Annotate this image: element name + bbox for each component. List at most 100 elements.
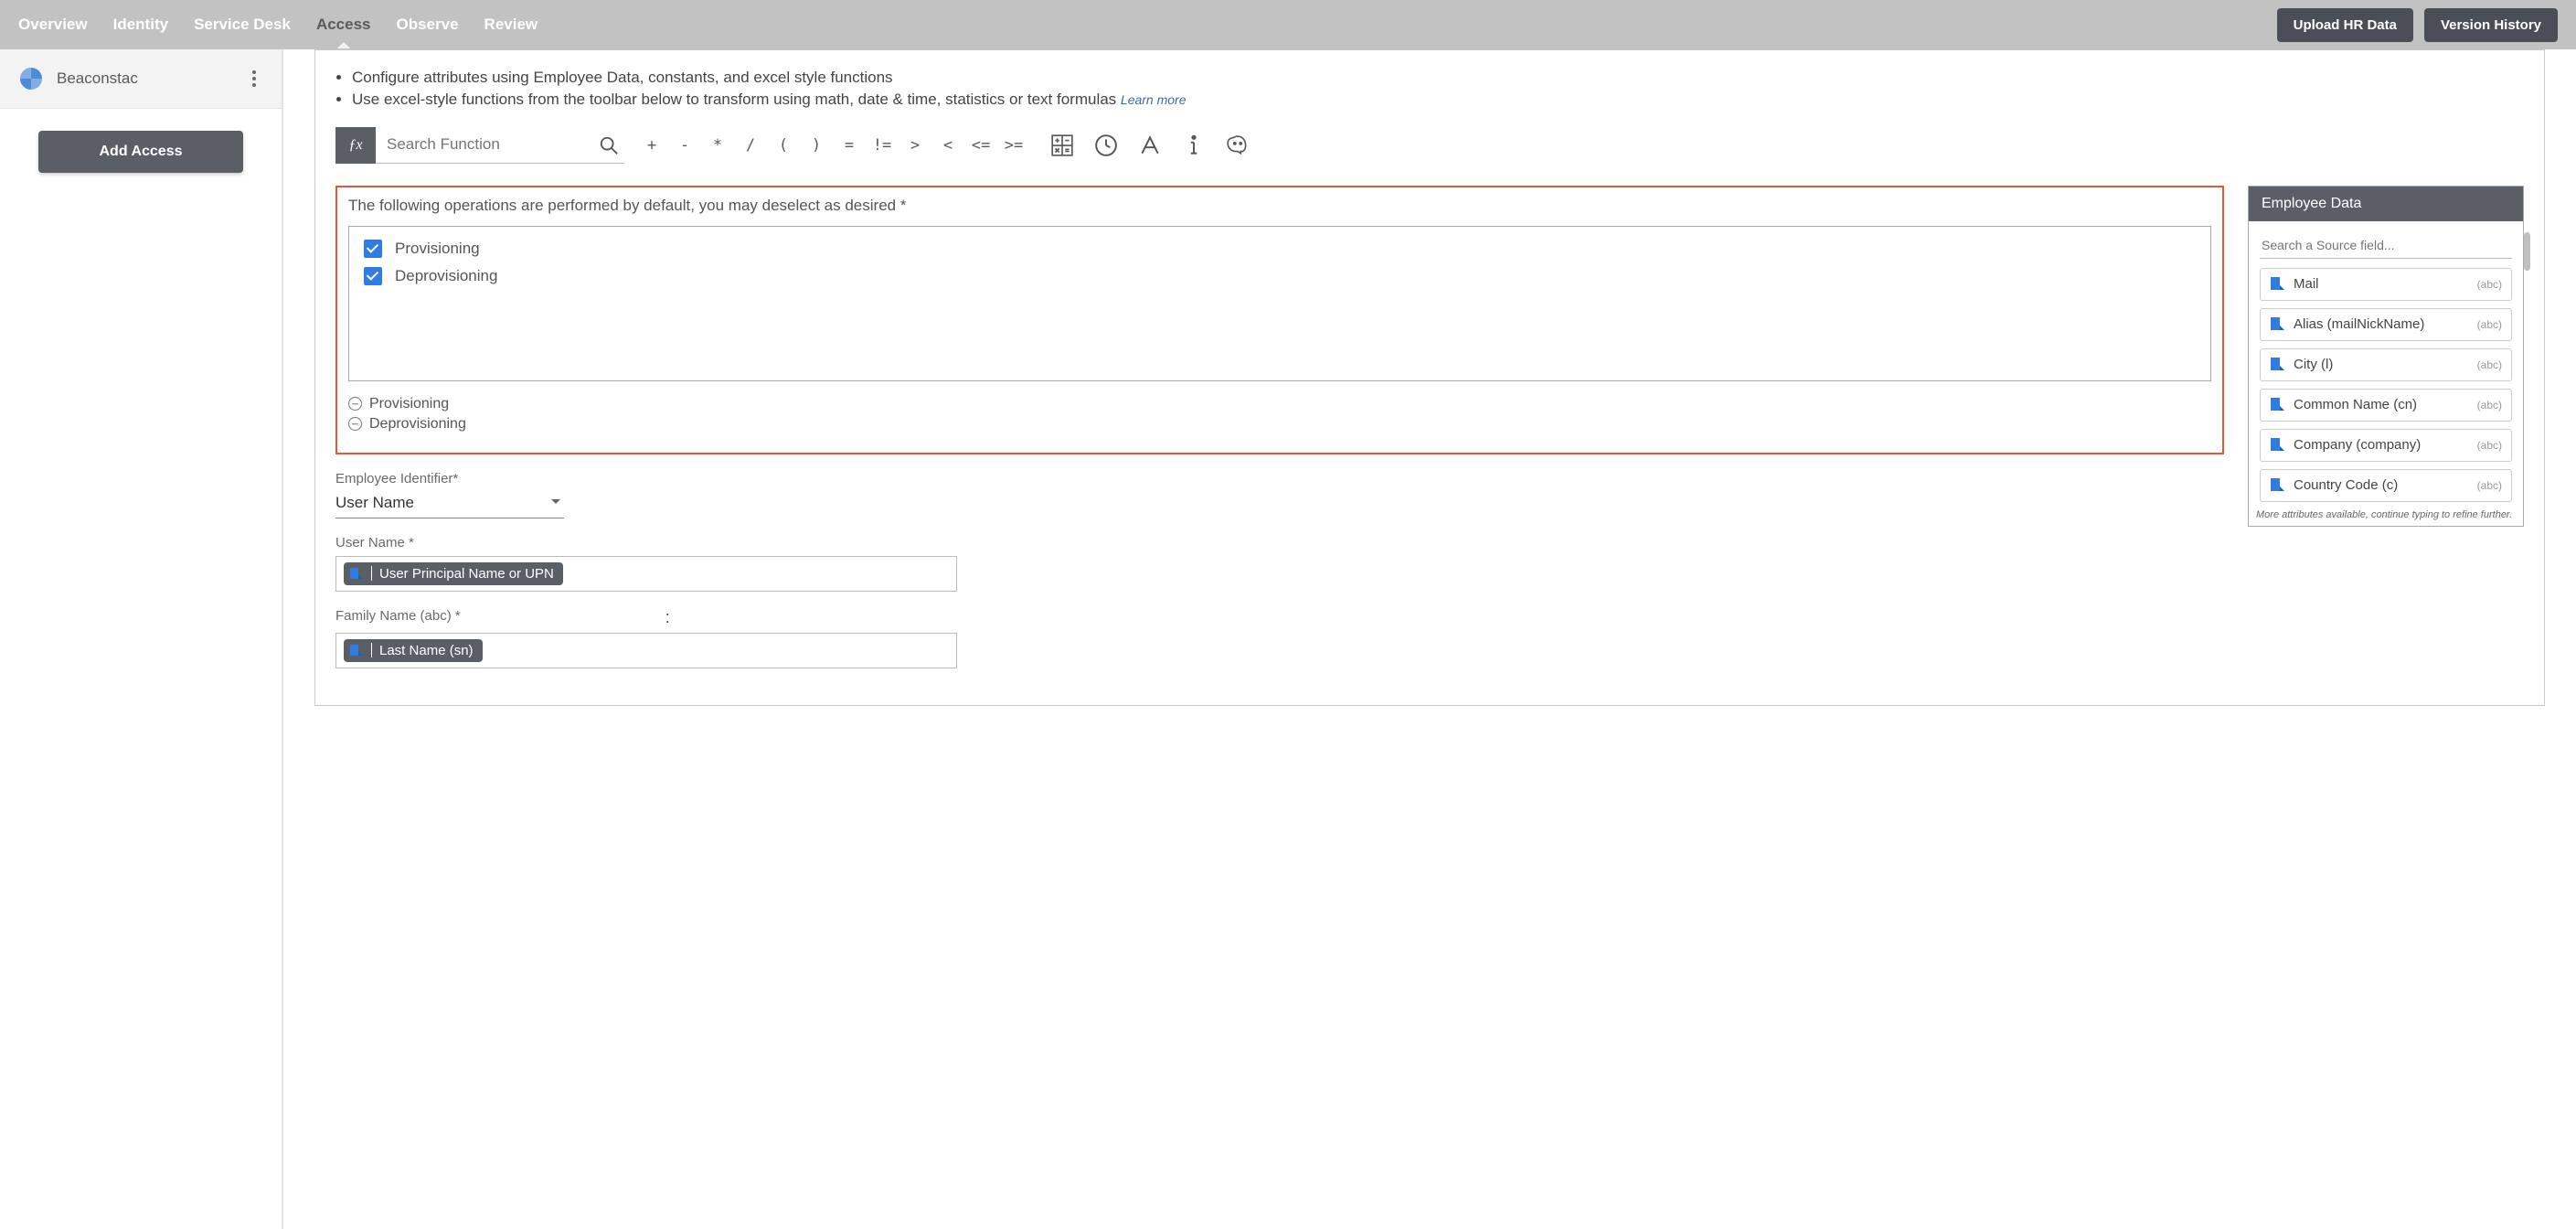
attribute-chip-icon [349,644,364,657]
source-field-name: City (l) [2294,357,2468,372]
colon-separator: : [665,608,670,627]
operator-multiply[interactable]: * [703,131,732,160]
operation-label: Deprovisioning [395,267,497,285]
user-name-label: User Name * [335,535,2224,550]
source-field-icon [2270,437,2284,454]
sidebar: Beaconstac Add Access [0,49,283,1229]
app-row[interactable]: Beaconstac [0,49,282,109]
remove-icon[interactable] [348,417,362,431]
text-category-icon[interactable] [1138,134,1162,157]
top-nav: Overview Identity Service Desk Access Ob… [0,0,2576,49]
nav-actions: Upload HR Data Version History [2277,8,2558,42]
family-name-label: Family Name (abc) * [335,608,461,624]
source-field-name: Company (company) [2294,437,2468,453]
app-name-label: Beaconstac [57,69,245,88]
operator-lte[interactable]: <= [966,131,995,160]
employee-data-field-list: Mail (abc) Alias (mailNickName) (abc) Ci… [2260,268,2512,502]
tab-service-desk[interactable]: Service Desk [194,1,291,48]
operator-gte[interactable]: >= [999,131,1028,160]
time-category-icon[interactable] [1094,134,1118,157]
operations-select-box: Provisioning Deprovisioning [348,226,2211,381]
family-name-input[interactable]: Last Name (sn) [335,633,957,668]
add-access-button[interactable]: Add Access [38,131,243,173]
employee-data-header: Employee Data [2249,187,2523,221]
more-attributes-note: More attributes available, continue typi… [2249,506,2523,526]
instruction-item: Configure attributes using Employee Data… [352,67,2524,89]
attribute-chip[interactable]: Last Name (sn) [344,639,483,662]
source-field-item[interactable]: Mail (abc) [2260,268,2512,301]
operations-highlight-box: The following operations are performed b… [335,186,2224,454]
operator-divide[interactable]: / [736,131,765,160]
function-toolbar: ƒx + - * / ( ) = != > < [335,127,2524,164]
main-content: Configure attributes using Employee Data… [283,49,2576,1229]
kebab-menu-icon[interactable] [245,70,263,87]
tab-identity[interactable]: Identity [113,1,168,48]
selected-operations-list: Provisioning Deprovisioning [348,396,2211,433]
selected-operation-label: Deprovisioning [369,416,466,433]
tab-review[interactable]: Review [484,1,538,48]
operator-open-paren[interactable]: ( [769,131,798,160]
math-category-icon[interactable] [1050,134,1074,157]
source-field-name: Country Code (c) [2294,477,2468,493]
source-field-type: (abc) [2477,399,2502,411]
employee-data-search-input[interactable] [2260,232,2512,259]
source-field-icon [2270,477,2284,494]
selected-operation-label: Provisioning [369,396,449,412]
source-field-type: (abc) [2477,318,2502,331]
source-field-type: (abc) [2477,479,2502,492]
source-field-type: (abc) [2477,358,2502,371]
nav-tabs: Overview Identity Service Desk Access Ob… [18,1,2277,48]
learn-more-link[interactable]: Learn more [1121,92,1187,107]
app-logo-icon [18,66,44,91]
operator-equals[interactable]: = [835,131,864,160]
checkbox-checked-icon[interactable] [364,240,382,258]
instructions-list: Configure attributes using Employee Data… [352,67,2524,111]
source-field-name: Alias (mailNickName) [2294,316,2468,332]
source-field-type: (abc) [2477,439,2502,452]
chip-text: User Principal Name or UPN [379,566,554,582]
info-category-icon[interactable] [1182,134,1206,157]
tab-access[interactable]: Access [316,1,371,48]
checkbox-checked-icon[interactable] [364,267,382,285]
source-field-item[interactable]: Common Name (cn) (abc) [2260,389,2512,422]
instruction-item: Use excel-style functions from the toolb… [352,89,2524,111]
operation-label: Provisioning [395,240,480,258]
employee-identifier-select[interactable]: User Name [335,490,564,518]
source-field-icon [2270,316,2284,333]
operation-option-provisioning[interactable]: Provisioning [364,240,2196,258]
employee-data-panel: Employee Data Mail (abc) Alias (mail [2248,186,2524,527]
operation-option-deprovisioning[interactable]: Deprovisioning [364,267,2196,285]
source-field-item[interactable]: Alias (mailNickName) (abc) [2260,308,2512,341]
source-field-item[interactable]: Country Code (c) (abc) [2260,469,2512,502]
operations-label: The following operations are performed b… [348,197,2211,215]
version-history-button[interactable]: Version History [2424,8,2558,42]
chip-text: Last Name (sn) [379,643,474,658]
tab-observe[interactable]: Observe [397,1,459,48]
source-field-type: (abc) [2477,278,2502,291]
search-function-input[interactable] [376,127,624,164]
employee-identifier-label: Employee Identifier* [335,471,2224,486]
attribute-chip[interactable]: User Principal Name or UPN [344,562,563,585]
source-field-icon [2270,276,2284,293]
attribute-chip-icon [349,567,364,580]
fx-icon[interactable]: ƒx [335,127,376,164]
operator-close-paren[interactable]: ) [802,131,831,160]
remove-icon[interactable] [348,397,362,411]
operator-lt[interactable]: < [933,131,963,160]
ai-category-icon[interactable] [1226,134,1250,157]
upload-hr-data-button[interactable]: Upload HR Data [2277,8,2413,42]
operator-plus[interactable]: + [637,131,666,160]
operator-gt[interactable]: > [900,131,930,160]
source-field-item[interactable]: Company (company) (abc) [2260,429,2512,462]
source-field-icon [2270,397,2284,413]
operator-minus[interactable]: - [670,131,699,160]
source-field-item[interactable]: City (l) (abc) [2260,348,2512,381]
source-field-name: Common Name (cn) [2294,397,2468,412]
user-name-input[interactable]: User Principal Name or UPN [335,556,957,592]
source-field-name: Mail [2294,276,2468,292]
operator-not-equals[interactable]: != [868,131,897,160]
scrollbar-thumb[interactable] [2524,232,2530,271]
selected-operation-item: Provisioning [348,396,2211,412]
tab-overview[interactable]: Overview [18,1,88,48]
search-icon[interactable] [599,135,619,155]
